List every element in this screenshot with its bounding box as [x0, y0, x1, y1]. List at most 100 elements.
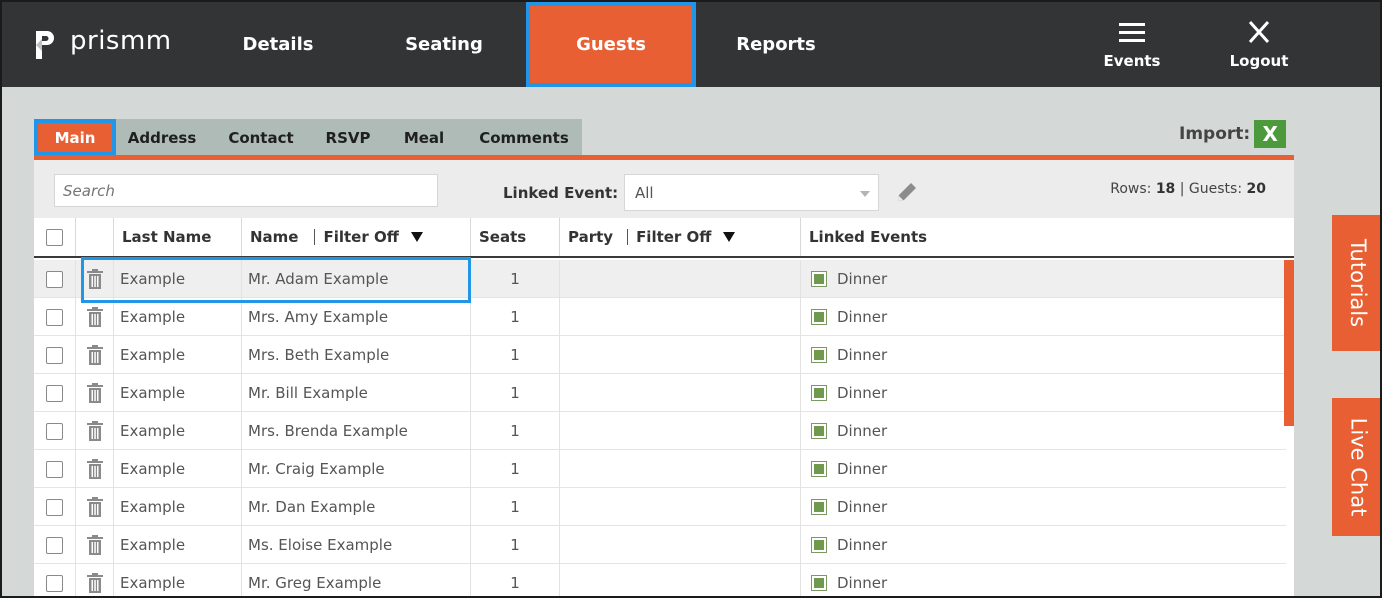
live-chat-button[interactable]: Live Chat	[1332, 398, 1380, 536]
table-row[interactable]: Example Mrs. Amy Example 1 Dinner	[34, 298, 1286, 336]
trash-icon[interactable]	[86, 421, 103, 441]
row-checkbox[interactable]	[46, 574, 63, 592]
tab-main[interactable]: Main	[34, 119, 116, 156]
row-checkbox[interactable]	[46, 308, 63, 326]
scrollbar-thumb[interactable]	[1284, 260, 1294, 426]
search-input[interactable]	[54, 174, 438, 207]
party-header-label: Party	[568, 228, 614, 246]
table-row[interactable]: Example Mrs. Brenda Example 1 Dinner	[34, 412, 1286, 450]
linked-events-header[interactable]: Linked Events	[801, 218, 1294, 256]
event-checkbox[interactable]	[811, 423, 827, 439]
delete-cell	[76, 298, 114, 336]
select-all-checkbox[interactable]	[46, 228, 63, 246]
guest-name-text: Ms. Eloise Example	[248, 536, 393, 554]
caret-down-icon[interactable]	[410, 232, 423, 242]
party-filter-toggle[interactable]: Filter Off	[636, 228, 711, 246]
table-row[interactable]: Example Mr. Greg Example 1 Dinner	[34, 564, 1286, 596]
trash-icon[interactable]	[86, 307, 103, 327]
event-checkbox[interactable]	[811, 537, 827, 553]
row-checkbox[interactable]	[46, 460, 63, 478]
table-row[interactable]: Example Mr. Dan Example 1 Dinner	[34, 488, 1286, 526]
seats-header[interactable]: Seats	[471, 218, 560, 256]
table-row[interactable]: Example Mr. Adam Example 1 Dinner	[34, 260, 1286, 298]
tutorials-label: Tutorials	[1346, 238, 1370, 328]
app-frame: prismm Details Seating Guests Reports Ev…	[0, 0, 1382, 598]
excel-icon[interactable]: X	[1254, 120, 1287, 148]
trash-icon[interactable]	[86, 345, 103, 365]
table-row[interactable]: Example Mrs. Beth Example 1 Dinner	[34, 336, 1286, 374]
filter-separator	[627, 229, 629, 245]
event-checkbox[interactable]	[811, 309, 827, 325]
name-cell[interactable]: Mr. Dan Example	[242, 488, 471, 526]
event-checkbox[interactable]	[811, 575, 827, 591]
name-cell[interactable]: Mrs. Amy Example	[242, 298, 471, 336]
name-cell[interactable]: Ms. Eloise Example	[242, 526, 471, 564]
tab-meal[interactable]: Meal	[382, 119, 466, 156]
name-cell[interactable]: Mr. Greg Example	[242, 564, 471, 596]
name-cell[interactable]: Mr. Adam Example	[242, 260, 471, 298]
linked-events-cell: Dinner	[801, 488, 1286, 526]
seats-cell: 1	[471, 488, 560, 526]
live-chat-label: Live Chat	[1346, 417, 1371, 517]
pencil-icon[interactable]	[894, 179, 920, 205]
trash-icon[interactable]	[86, 535, 103, 555]
name-cell[interactable]: Mrs. Beth Example	[242, 336, 471, 374]
top-navigation-bar: prismm Details Seating Guests Reports Ev…	[2, 2, 1380, 87]
row-checkbox[interactable]	[46, 384, 63, 402]
name-cell[interactable]: Mr. Bill Example	[242, 374, 471, 412]
row-select-cell	[34, 336, 76, 374]
linked-events-cell: Dinner	[801, 336, 1286, 374]
brand-logo[interactable]: prismm	[34, 26, 172, 61]
last-name-cell: Example	[114, 526, 242, 564]
row-checkbox[interactable]	[46, 536, 63, 554]
row-checkbox[interactable]	[46, 346, 63, 364]
filter-separator	[314, 229, 316, 245]
nav-seating[interactable]: Seating	[362, 2, 526, 87]
nav-details[interactable]: Details	[196, 2, 360, 87]
event-checkbox[interactable]	[811, 347, 827, 363]
name-header[interactable]: Name Filter Off	[242, 218, 471, 256]
linked-event-select[interactable]: All	[624, 174, 879, 211]
name-filter-toggle[interactable]: Filter Off	[323, 228, 398, 246]
table-row[interactable]: Example Mr. Bill Example 1 Dinner	[34, 374, 1286, 412]
trash-icon[interactable]	[86, 269, 103, 289]
nav-reports[interactable]: Reports	[694, 2, 858, 87]
trash-icon[interactable]	[86, 383, 103, 403]
tab-contact[interactable]: Contact	[208, 119, 314, 156]
delete-cell	[76, 260, 114, 298]
row-checkbox[interactable]	[46, 270, 63, 288]
events-label: Events	[1103, 52, 1161, 70]
last-name-text: Example	[120, 270, 186, 288]
event-checkbox[interactable]	[811, 385, 827, 401]
row-select-cell	[34, 488, 76, 526]
party-cell	[560, 564, 801, 596]
event-checkbox[interactable]	[811, 499, 827, 515]
caret-down-icon[interactable]	[723, 232, 736, 242]
tutorials-button[interactable]: Tutorials	[1332, 215, 1380, 351]
name-cell[interactable]: Mr. Craig Example	[242, 450, 471, 488]
last-name-cell: Example	[114, 564, 242, 596]
table-row[interactable]: Example Ms. Eloise Example 1 Dinner	[34, 526, 1286, 564]
row-select-cell	[34, 526, 76, 564]
guest-name-text: Mr. Bill Example	[248, 384, 368, 402]
tab-comments[interactable]: Comments	[466, 119, 582, 156]
row-checkbox[interactable]	[46, 422, 63, 440]
seats-cell: 1	[471, 526, 560, 564]
party-header[interactable]: Party Filter Off	[560, 218, 801, 256]
events-button[interactable]: Events	[1092, 20, 1172, 70]
trash-icon[interactable]	[86, 459, 103, 479]
event-checkbox[interactable]	[811, 461, 827, 477]
name-cell[interactable]: Mrs. Brenda Example	[242, 412, 471, 450]
nav-guests[interactable]: Guests	[526, 2, 696, 87]
trash-icon[interactable]	[86, 497, 103, 517]
event-text: Dinner	[837, 270, 888, 288]
trash-icon[interactable]	[86, 573, 103, 593]
tab-address[interactable]: Address	[116, 119, 208, 156]
last-name-header[interactable]: Last Name	[114, 218, 242, 256]
row-select-cell	[34, 412, 76, 450]
event-checkbox[interactable]	[811, 271, 827, 287]
table-row[interactable]: Example Mr. Craig Example 1 Dinner	[34, 450, 1286, 488]
row-checkbox[interactable]	[46, 498, 63, 516]
logout-button[interactable]: Logout	[1219, 20, 1299, 70]
tab-rsvp[interactable]: RSVP	[314, 119, 382, 156]
